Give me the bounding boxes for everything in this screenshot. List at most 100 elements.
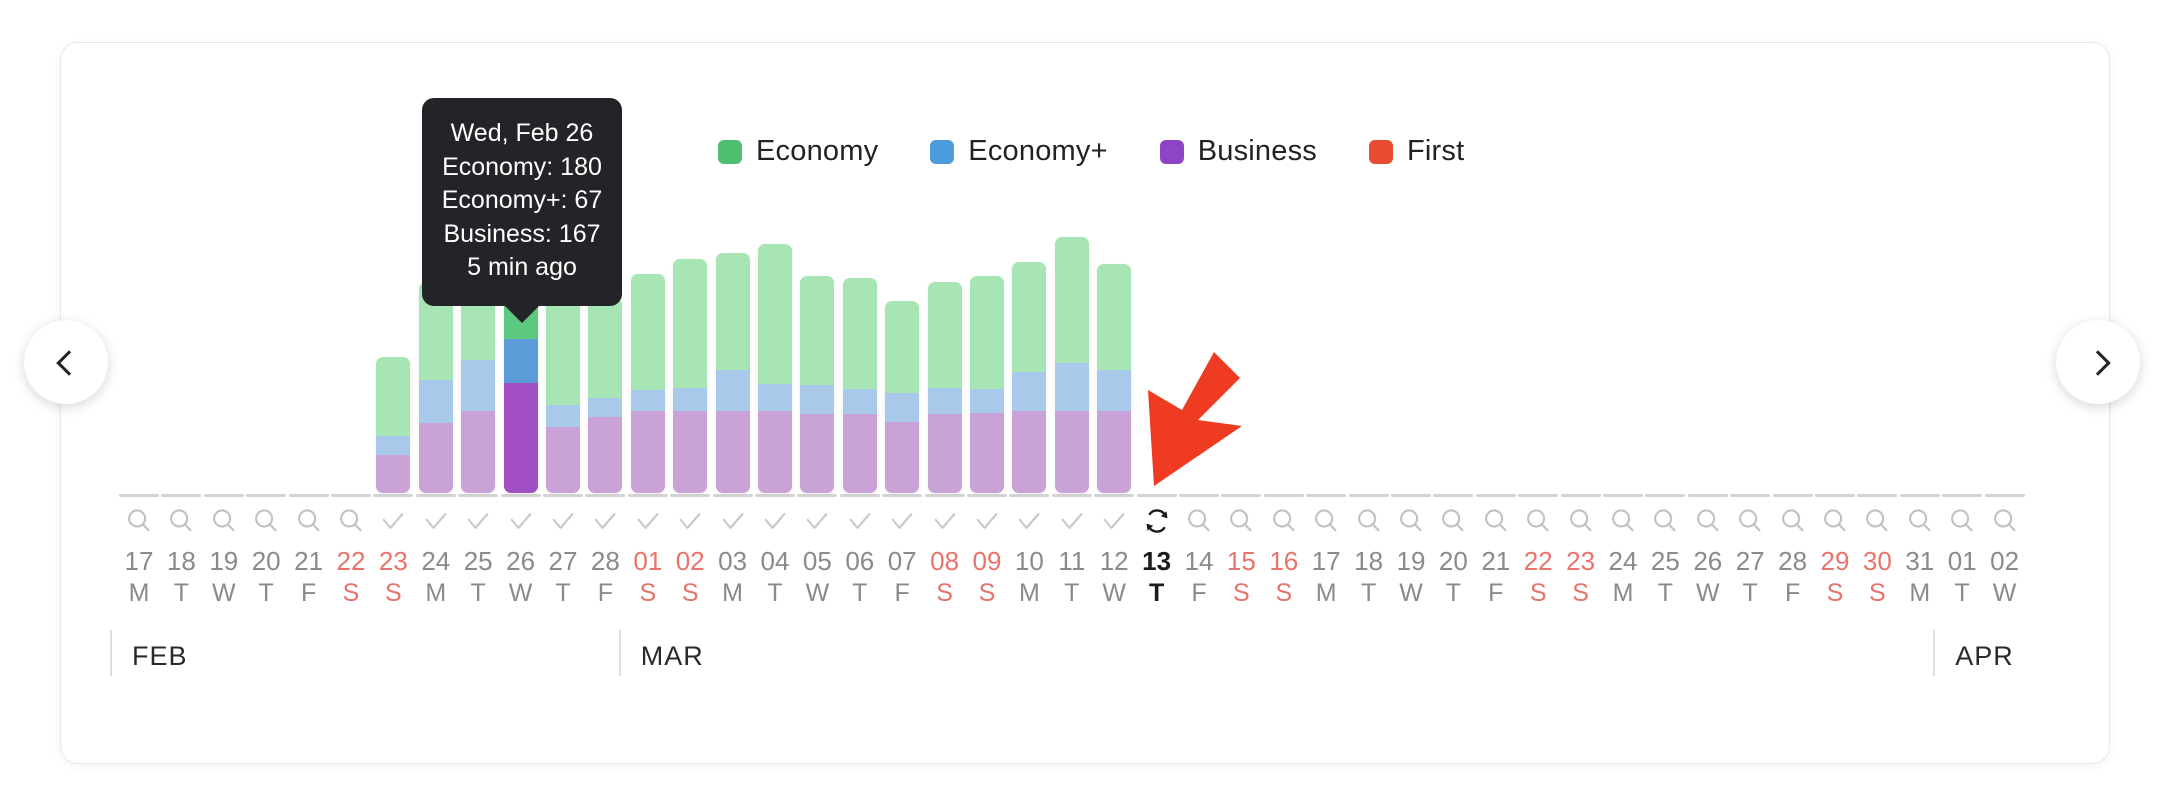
bar-column[interactable] [970,275,1004,493]
bar-column[interactable] [588,298,623,493]
date-cell[interactable]: 16 S [1262,547,1306,607]
bar-column[interactable] [418,282,453,493]
bar-column[interactable] [546,287,580,494]
stacked-bar[interactable] [758,244,792,493]
day-magnifier-icon-button[interactable] [1559,500,1603,542]
date-cell[interactable]: 25 T [1643,547,1687,607]
date-cell[interactable]: 27 T [1728,547,1772,607]
stacked-bar[interactable] [376,357,411,493]
day-magnifier-icon-button[interactable] [117,500,161,542]
stacked-bar[interactable] [842,278,877,493]
day-magnifier-icon-button[interactable] [1177,500,1221,542]
date-cell[interactable]: 28 F [583,547,627,607]
date-cell[interactable]: 01 S [626,547,670,607]
day-check-icon-button[interactable] [1050,500,1094,542]
day-check-icon-button[interactable] [1092,500,1136,542]
bar-column[interactable] [842,278,877,493]
date-cell[interactable]: 28 F [1771,547,1815,607]
date-cell[interactable]: 20 T [244,547,288,607]
day-check-icon-button[interactable] [923,500,967,542]
date-cell[interactable]: 03 M [711,547,755,607]
day-check-icon-button[interactable] [583,500,627,542]
day-magnifier-icon-button[interactable] [1855,500,1899,542]
date-cell[interactable]: 26 W [499,547,543,607]
date-cell[interactable]: 14 F [1177,547,1221,607]
bar-column[interactable] [1012,262,1047,493]
date-cell[interactable]: 02 W [1983,547,2027,607]
date-cell[interactable]: 05 W [795,547,839,607]
date-cell[interactable]: 23 S [371,547,415,607]
stacked-bar[interactable] [418,282,453,493]
date-cell[interactable]: 19 W [1389,547,1433,607]
stacked-bar[interactable] [1054,237,1089,493]
stacked-bar[interactable] [1012,262,1047,493]
day-check-icon-button[interactable] [371,500,415,542]
day-magnifier-icon-button[interactable] [1813,500,1857,542]
date-cell[interactable]: 24 M [1601,547,1645,607]
day-check-icon-button[interactable] [414,500,458,542]
day-magnifier-icon-button[interactable] [202,500,246,542]
day-check-icon-button[interactable] [668,500,712,542]
bar-column[interactable] [885,300,920,493]
day-magnifier-icon-button[interactable] [329,500,373,542]
date-cell[interactable]: 19 W [202,547,246,607]
date-cell[interactable]: 07 F [880,547,924,607]
date-cell[interactable]: 29 S [1813,547,1857,607]
day-check-icon-button[interactable] [499,500,543,542]
day-magnifier-icon-button[interactable] [1431,500,1475,542]
date-cell[interactable]: 17 M [117,547,161,607]
date-cell[interactable]: 09 S [965,547,1009,607]
day-check-icon-button[interactable] [711,500,755,542]
legend-item-business[interactable]: Business [1159,135,1317,168]
date-cell[interactable]: 04 T [753,547,797,607]
date-cell[interactable]: 18 T [159,547,203,607]
date-cell[interactable]: 26 W [1686,547,1730,607]
date-cell[interactable]: 06 T [838,547,882,607]
bar-column[interactable] [673,258,708,493]
stacked-bar[interactable] [1097,263,1132,493]
date-cell[interactable]: 08 S [923,547,967,607]
day-check-icon-button[interactable] [880,500,924,542]
date-cell[interactable]: 10 M [1007,547,1051,607]
day-magnifier-icon-button[interactable] [244,500,288,542]
day-magnifier-icon-button[interactable] [1474,500,1518,542]
day-magnifier-icon-button[interactable] [1262,500,1306,542]
day-magnifier-icon-button[interactable] [1389,500,1433,542]
day-magnifier-icon-button[interactable] [1601,500,1645,542]
date-cell[interactable]: 02 S [668,547,712,607]
bar-column[interactable] [376,357,411,493]
date-cell[interactable]: 30 S [1855,547,1899,607]
stacked-bar[interactable] [546,287,580,494]
bar-column[interactable] [715,253,750,493]
bar-column[interactable] [1097,263,1132,493]
date-cell[interactable]: 12 W [1092,547,1136,607]
date-cell[interactable]: 25 T [456,547,500,607]
bar-column[interactable] [758,244,792,493]
stacked-bar[interactable] [588,298,623,493]
day-check-icon-button[interactable] [1007,500,1051,542]
stacked-bar[interactable] [927,282,962,493]
legend-item-economy-plus[interactable]: Economy+ [930,135,1108,168]
day-magnifier-icon-button[interactable] [1686,500,1730,542]
date-cell[interactable]: 22 S [329,547,373,607]
bar-column[interactable] [1054,237,1089,493]
stacked-bar[interactable] [800,275,835,493]
day-magnifier-icon-button[interactable] [287,500,331,542]
stacked-bar[interactable] [630,274,665,493]
day-check-icon-button[interactable] [795,500,839,542]
date-cell[interactable]: 24 M [414,547,458,607]
day-magnifier-icon-button[interactable] [1771,500,1815,542]
day-magnifier-icon-button[interactable] [1898,500,1942,542]
day-magnifier-icon-button[interactable] [1940,500,1984,542]
day-magnifier-icon-button[interactable] [1219,500,1263,542]
date-cell[interactable]: 20 T [1431,547,1475,607]
date-cell[interactable]: 11 T [1050,547,1094,607]
stacked-bar[interactable] [673,258,708,493]
day-check-icon-button[interactable] [541,500,585,542]
day-magnifier-icon-button[interactable] [1728,500,1772,542]
day-check-icon-button[interactable] [456,500,500,542]
day-check-icon-button[interactable] [626,500,670,542]
date-cell[interactable]: 15 S [1219,547,1263,607]
day-magnifier-icon-button[interactable] [1304,500,1348,542]
day-magnifier-icon-button[interactable] [1983,500,2027,542]
